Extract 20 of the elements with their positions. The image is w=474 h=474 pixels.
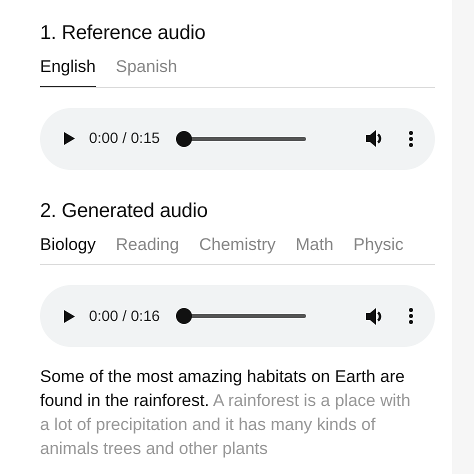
tab[interactable]: Biology xyxy=(40,234,96,264)
more-icon[interactable] xyxy=(409,130,413,146)
section-title: 1. Reference audio xyxy=(40,22,206,45)
slider-thumb[interactable] xyxy=(176,308,192,324)
section-title: 2. Generated audio xyxy=(40,200,209,222)
time-display: 0:00 / 0:16 xyxy=(89,308,160,324)
play-icon[interactable] xyxy=(64,132,75,145)
seek-slider[interactable] xyxy=(176,130,306,146)
transcript-text: Some of the most amazing habitats on Earth are found in the rainforest. A rainforest is a place with a lot of precipitation and it has many kinds of animals trees and other plants xyxy=(40,366,412,460)
more-icon[interactable] xyxy=(409,308,413,324)
time-display: 0:00 / 0:15 xyxy=(89,130,160,147)
tab[interactable]: Math xyxy=(296,234,334,264)
seek-slider[interactable] xyxy=(176,308,306,324)
tab[interactable]: English xyxy=(40,57,96,87)
tab[interactable]: Spanish xyxy=(116,57,178,87)
tab[interactable]: Physic xyxy=(353,234,404,264)
tab[interactable]: Chemistry xyxy=(199,234,276,264)
play-icon[interactable] xyxy=(64,310,75,322)
slider-thumb[interactable] xyxy=(176,130,192,146)
tab[interactable]: Reading xyxy=(116,234,180,264)
